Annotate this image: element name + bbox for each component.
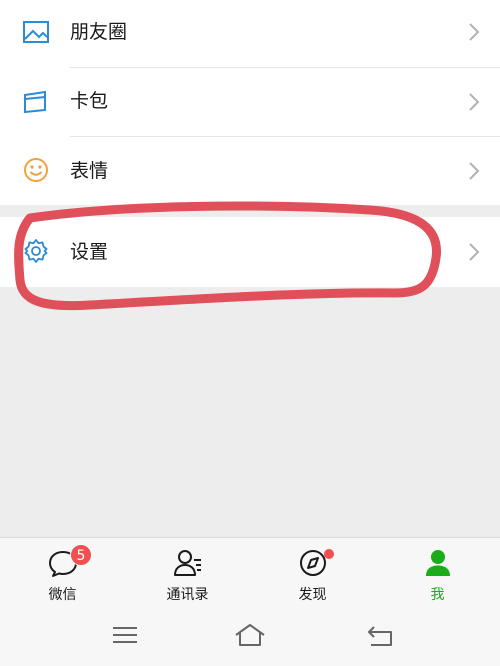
chevron-right-icon — [468, 22, 480, 42]
tab-contacts[interactable]: 通讯录 — [125, 538, 250, 608]
moments-icon — [22, 18, 50, 46]
menu-item-moments-label: 朋友圈 — [70, 21, 128, 43]
new-dot-indicator — [324, 549, 334, 559]
menu-icon[interactable] — [108, 621, 142, 649]
menu-group-main: 朋友圈 卡包 表情 — [0, 0, 500, 205]
tab-chats-label: 微信 — [48, 587, 77, 603]
chevron-right-icon — [468, 161, 480, 181]
menu-group-settings: 设置 — [0, 217, 500, 287]
person-icon — [422, 548, 454, 578]
tab-contacts-label: 通讯录 — [166, 587, 209, 603]
tab-discover-label: 发现 — [298, 587, 327, 603]
back-icon[interactable] — [364, 621, 398, 649]
contacts-icon — [172, 548, 204, 578]
menu-item-moments[interactable]: 朋友圈 — [0, 0, 500, 68]
menu-item-stickers-label: 表情 — [70, 160, 109, 182]
card-wallet-icon — [22, 88, 50, 116]
tab-discover[interactable]: 发现 — [250, 538, 375, 608]
menu-item-settings[interactable]: 设置 — [0, 217, 500, 285]
menu-item-cards[interactable]: 卡包 — [0, 68, 500, 136]
tab-chats[interactable]: 5 微信 — [0, 538, 125, 608]
system-nav-bar — [0, 607, 500, 666]
gear-icon — [22, 237, 50, 265]
smiley-icon — [22, 156, 50, 184]
tab-me[interactable]: 我 — [375, 538, 500, 608]
chevron-right-icon — [468, 92, 480, 112]
home-icon[interactable] — [233, 621, 267, 649]
chevron-right-icon — [468, 242, 480, 262]
unread-badge: 5 — [70, 544, 92, 566]
menu-item-stickers[interactable]: 表情 — [0, 137, 500, 205]
menu-item-cards-label: 卡包 — [70, 90, 109, 112]
tab-bar: 5 微信 通讯录 发现 我 — [0, 537, 500, 607]
tab-me-label: 我 — [430, 587, 445, 603]
menu-item-settings-label: 设置 — [70, 241, 109, 263]
